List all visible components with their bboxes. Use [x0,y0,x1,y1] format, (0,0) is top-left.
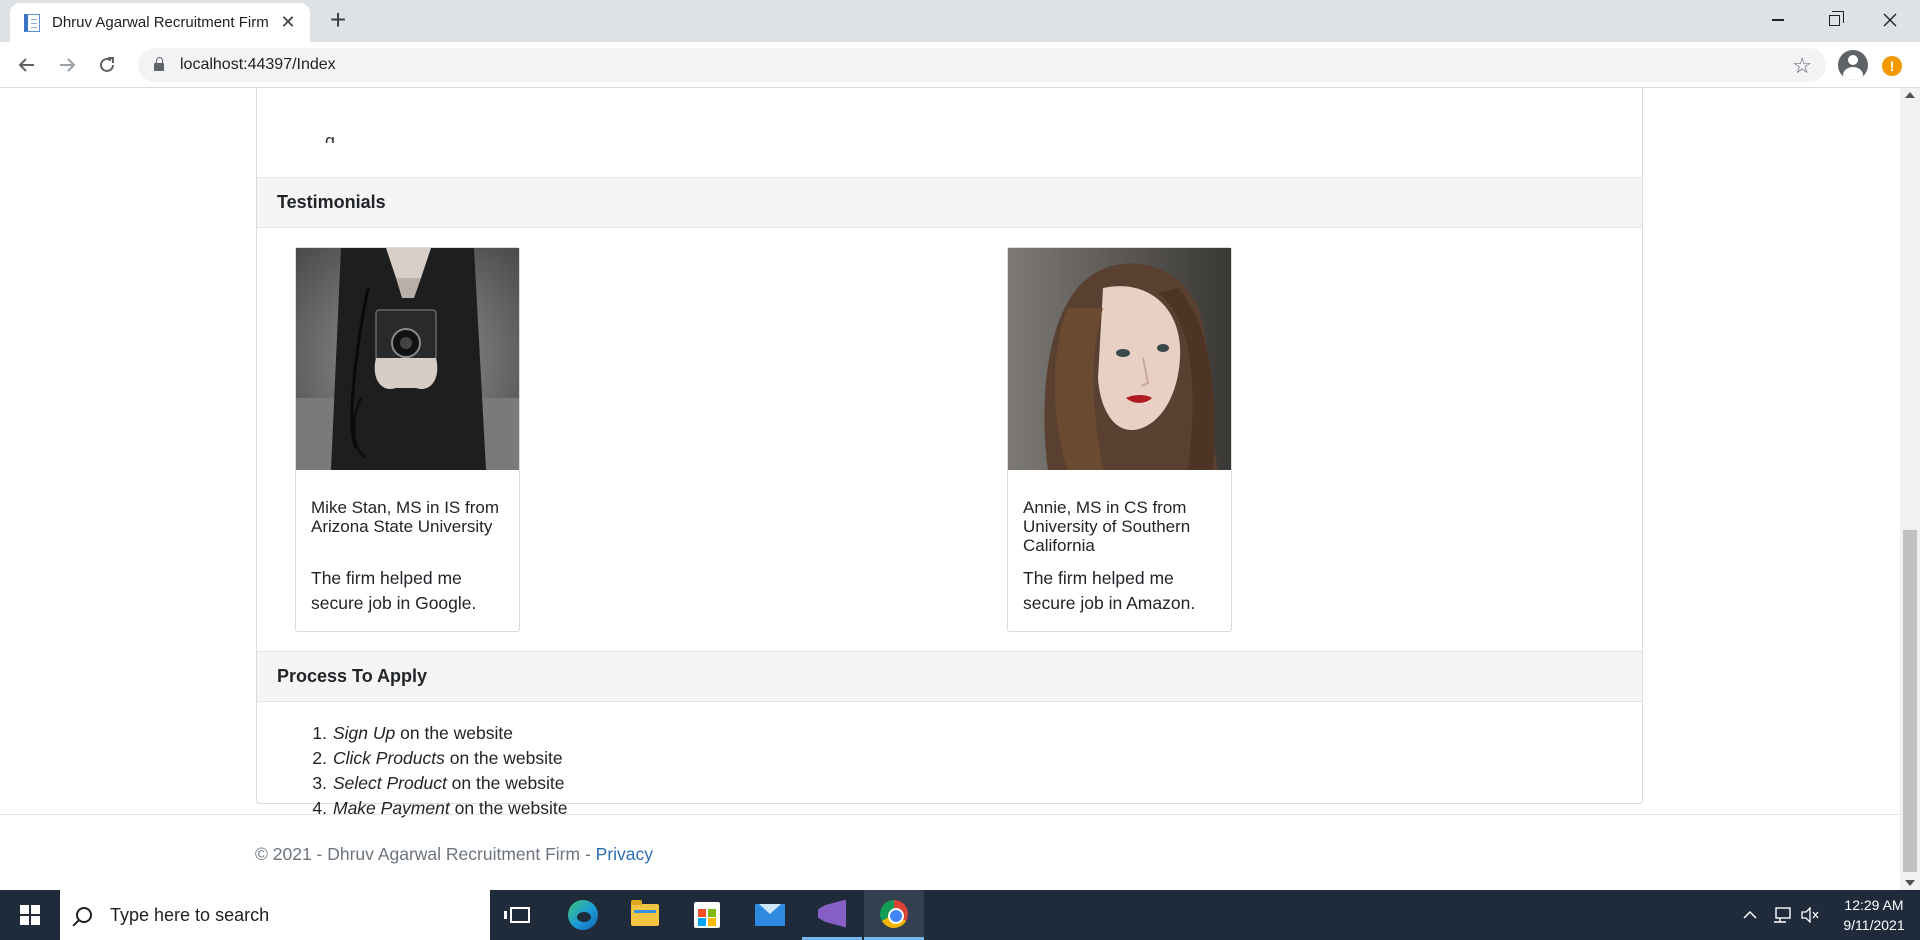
reload-icon [100,57,114,72]
main-card: g Testimonials Mike Stan, MS in IS from … [256,88,1643,818]
tab-title: Dhruv Agarwal Recruitment Firm [52,14,269,31]
process-header: Process To Apply [257,651,1642,702]
footer: © 2021 - Dhruv Agarwal Recruitment Firm … [255,844,653,865]
file-explorer-app[interactable] [615,890,675,940]
testimonials-header: Testimonials [257,177,1642,228]
mail-icon [755,904,785,926]
window-restore-button[interactable] [1806,0,1862,40]
network-icon [1774,907,1791,923]
process-title: Process To Apply [277,666,428,686]
address-bar[interactable]: localhost:44397/Index ☆ [138,48,1826,82]
store-app[interactable] [677,890,737,940]
process-step: 1. Sign Up on the website [312,723,513,743]
testimonial-photo-woman-portrait [1008,248,1231,470]
new-tab-button[interactable]: + [323,6,353,36]
scroll-up-arrow-icon[interactable] [1905,92,1915,98]
scroll-down-arrow-icon[interactable] [1905,880,1915,886]
restore-icon [1828,10,1844,26]
volume-muted-icon [1801,907,1819,923]
back-button[interactable] [12,50,42,80]
browser-tab-active[interactable]: Dhruv Agarwal Recruitment Firm ✕ [10,3,310,42]
bookmark-star-icon[interactable]: ☆ [1792,53,1812,79]
clock-time: 12:29 AM [1844,897,1904,913]
profile-avatar-icon[interactable] [1838,50,1868,80]
photo-woman-image [1008,248,1231,470]
reload-button[interactable] [92,50,122,80]
testimonial-card: Mike Stan, MS in IS from Arizona State U… [295,247,520,632]
arrow-right-icon [60,58,76,72]
process-steps-list: 1. Sign Up on the website 2. Click Product… [307,721,567,821]
testimonial-photo-man-with-camera [296,248,519,470]
store-icon [694,902,720,928]
chevron-up-icon [1743,910,1757,919]
network-button[interactable] [1772,890,1792,940]
search-placeholder[interactable]: Type here to search [110,905,269,926]
start-button[interactable] [0,890,60,940]
volume-button[interactable] [1800,890,1820,940]
update-alert-icon[interactable]: ! [1882,56,1902,76]
testimonial-card: Annie, MS in CS from University of South… [1007,247,1232,632]
testimonials-title: Testimonials [277,192,386,212]
visual-studio-app[interactable] [802,890,862,940]
edge-icon [568,900,598,930]
testimonial-quote: The firm helped me secure job in Google. [311,568,477,613]
scrollbar-thumb[interactable] [1903,530,1917,872]
url-text[interactable]: localhost:44397/Index [180,56,336,74]
process-step: 3. Select Product on the website [312,773,565,793]
page-scrollbar[interactable] [1900,88,1920,890]
windows-taskbar: Type here to search 12:29 AM 9/11/2021 [0,890,1920,940]
page-viewport: g Testimonials Mike Stan, MS in IS from … [0,88,1900,890]
step-action: Click Products [333,748,445,768]
task-view-button[interactable] [490,890,550,940]
step-action: Select Product [333,773,447,793]
folder-icon [631,900,659,926]
taskbar-search[interactable]: Type here to search [60,890,490,940]
photo-man-camera-image [296,248,519,470]
edge-app[interactable] [553,890,613,940]
visual-studio-icon [818,899,846,928]
footer-divider [0,814,1900,815]
window-close-button[interactable] [1862,0,1918,40]
browser-toolbar: localhost:44397/Index ☆ ! [0,42,1920,88]
clock-date: 9/11/2021 [1843,917,1905,933]
tray-overflow-button[interactable] [1742,890,1758,940]
close-icon [1883,13,1897,27]
tab-close-icon[interactable]: ✕ [278,12,298,33]
page-favicon-icon [24,13,40,32]
testimonial-name: Annie, MS in CS from University of South… [1023,498,1191,555]
testimonial-quote: The firm helped me secure job in Amazon. [1023,568,1196,613]
mail-app[interactable] [740,890,800,940]
search-icon [76,907,92,923]
taskbar-clock[interactable]: 12:29 AM 9/11/2021 [1834,895,1914,935]
chrome-app[interactable] [864,890,924,940]
forward-button[interactable] [52,50,82,80]
step-action: Make Payment [333,798,450,818]
privacy-link[interactable]: Privacy [596,844,653,864]
arrow-left-icon [18,58,34,72]
footer-copyright: © 2021 - Dhruv Agarwal Recruitment Firm … [255,844,596,864]
clipped-text: g [325,131,336,143]
task-view-icon [504,907,530,923]
browser-tab-bar: Dhruv Agarwal Recruitment Firm ✕ + [0,0,1920,42]
process-step: 4. Make Payment on the website [312,798,568,818]
step-action: Sign Up [333,723,396,743]
lock-icon[interactable] [154,57,164,71]
window-minimize-button[interactable] [1750,0,1806,40]
windows-logo-icon [20,905,40,925]
chrome-icon [880,899,908,928]
testimonial-name: Mike Stan, MS in IS from Arizona State U… [311,498,499,536]
process-step: 2. Click Products on the website [312,748,563,768]
